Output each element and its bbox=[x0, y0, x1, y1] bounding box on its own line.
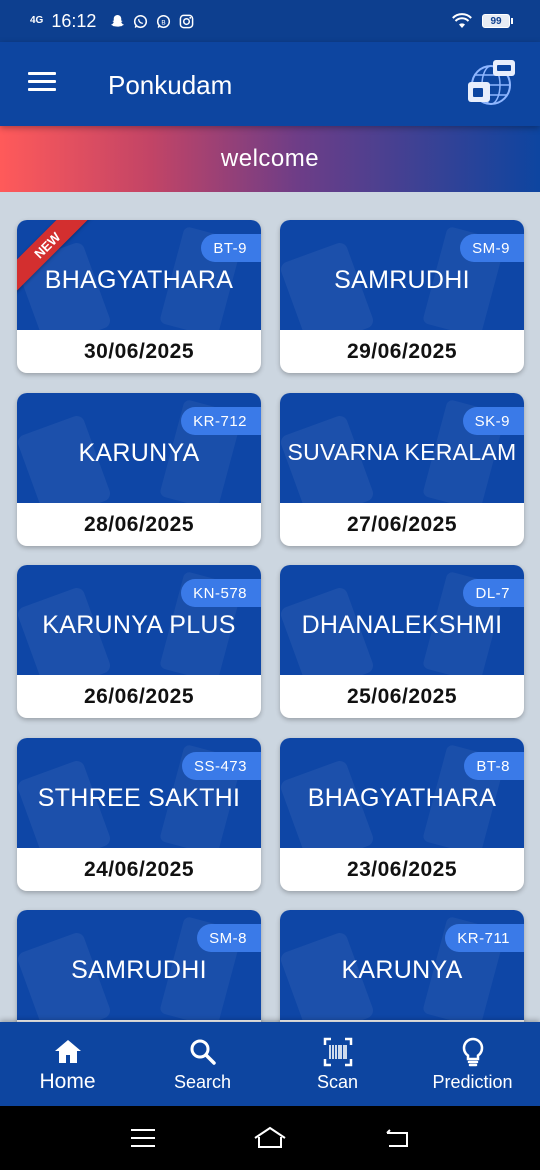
result-card[interactable]: DHANALEKSHMI DL-7 25/06/2025 bbox=[280, 565, 524, 718]
svg-text:B: B bbox=[162, 18, 167, 26]
draw-code-badge: BT-9 bbox=[201, 234, 261, 262]
wifi-icon bbox=[452, 13, 472, 28]
app-title: Ponkudam bbox=[108, 70, 233, 100]
lottery-name: DHANALEKSHMI bbox=[301, 611, 503, 639]
draw-code-badge: KR-711 bbox=[445, 924, 524, 952]
draw-date: 23/06/2025 bbox=[346, 857, 458, 881]
system-navigation-bar bbox=[0, 1106, 540, 1170]
status-bar: 4G 16:12 B 99 bbox=[0, 0, 540, 42]
lottery-name: SAMRUDHI bbox=[334, 266, 470, 294]
nav-home[interactable]: Home bbox=[0, 1022, 135, 1106]
nav-scan[interactable]: Scan bbox=[270, 1022, 405, 1106]
draw-code-badge: KN-578 bbox=[181, 579, 261, 607]
result-card[interactable]: SAMRUDHI SM-8 bbox=[17, 910, 261, 1022]
nav-search[interactable]: Search bbox=[135, 1022, 270, 1106]
whatsapp-icon bbox=[134, 14, 148, 28]
lottery-name: STHREE SAKTHI bbox=[37, 784, 241, 812]
nav-scan-label: Scan bbox=[316, 1072, 359, 1092]
draw-code-badge: KR-712 bbox=[181, 407, 261, 435]
draw-date: 26/06/2025 bbox=[83, 684, 195, 708]
status-time: 16:12 bbox=[51, 10, 97, 31]
result-card[interactable]: BHAGYATHARA BT-8 23/06/2025 bbox=[280, 738, 524, 891]
nav-prediction[interactable]: Prediction bbox=[405, 1022, 540, 1106]
welcome-banner: welcome bbox=[0, 126, 540, 192]
draw-date: 28/06/2025 bbox=[83, 512, 195, 536]
result-card[interactable]: KARUNYA KR-712 28/06/2025 bbox=[17, 393, 261, 546]
barcode-scan-icon bbox=[323, 1037, 352, 1067]
hamburger-menu-icon[interactable] bbox=[28, 72, 56, 96]
back-icon[interactable] bbox=[377, 1123, 417, 1153]
lottery-name: BHAGYATHARA bbox=[44, 266, 234, 294]
result-card[interactable]: KARUNYA PLUS KN-578 26/06/2025 bbox=[17, 565, 261, 718]
result-card[interactable]: KARUNYA KR-711 bbox=[280, 910, 524, 1022]
bottom-navigation: Home Search Scan Prediction bbox=[0, 1022, 540, 1106]
lottery-name: KARUNYA bbox=[78, 439, 200, 467]
draw-code-badge: SM-8 bbox=[197, 924, 261, 952]
draw-code-badge: SM-9 bbox=[460, 234, 524, 262]
draw-code-badge: BT-8 bbox=[464, 752, 524, 780]
language-globe-icon[interactable] bbox=[466, 58, 516, 108]
lottery-name: SAMRUDHI bbox=[71, 956, 207, 984]
lottery-results-grid[interactable]: BHAGYATHARA NEW BT-9 30/06/2025 SAMRUDHI… bbox=[0, 192, 540, 1022]
draw-date: 30/06/2025 bbox=[83, 339, 195, 363]
lottery-name: SUVARNA KERALAM bbox=[287, 439, 517, 465]
draw-date: 27/06/2025 bbox=[346, 512, 458, 536]
lottery-name: BHAGYATHARA bbox=[307, 784, 497, 812]
lottery-name: KARUNYA bbox=[341, 956, 463, 984]
draw-date: 25/06/2025 bbox=[346, 684, 458, 708]
draw-code-badge: SK-9 bbox=[462, 407, 524, 435]
lottery-name: KARUNYA PLUS bbox=[42, 611, 236, 639]
draw-date: 24/06/2025 bbox=[83, 857, 195, 881]
draw-date: 29/06/2025 bbox=[346, 339, 458, 363]
search-icon bbox=[190, 1039, 216, 1065]
snapchat-icon bbox=[111, 14, 125, 27]
nav-search-label: Search bbox=[173, 1072, 232, 1092]
result-card[interactable]: STHREE SAKTHI SS-473 24/06/2025 bbox=[17, 738, 261, 891]
battery-level: 99 bbox=[490, 15, 502, 27]
network-indicator: 4G bbox=[30, 15, 44, 26]
nav-prediction-label: Prediction bbox=[432, 1072, 513, 1092]
home-outline-icon[interactable] bbox=[250, 1123, 290, 1153]
lightbulb-icon bbox=[462, 1037, 483, 1067]
result-card[interactable]: SUVARNA KERALAM SK-9 27/06/2025 bbox=[280, 393, 524, 546]
result-card[interactable]: BHAGYATHARA NEW BT-9 30/06/2025 bbox=[17, 220, 261, 373]
nav-home-label: Home bbox=[39, 1070, 96, 1093]
home-icon bbox=[54, 1040, 81, 1063]
draw-code-badge: SS-473 bbox=[181, 752, 261, 780]
result-card[interactable]: SAMRUDHI SM-9 29/06/2025 bbox=[280, 220, 524, 373]
recents-icon[interactable] bbox=[123, 1123, 163, 1153]
instagram-icon bbox=[180, 14, 194, 28]
whatsapp-business-icon: B bbox=[157, 14, 171, 28]
draw-code-badge: DL-7 bbox=[463, 579, 524, 607]
battery-indicator: 99 bbox=[482, 14, 513, 28]
app-bar: Ponkudam bbox=[0, 42, 540, 126]
